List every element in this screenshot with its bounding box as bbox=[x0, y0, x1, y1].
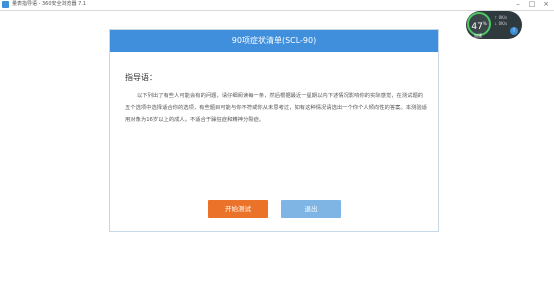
browser-logo-icon bbox=[2, 1, 9, 8]
network-speed: ↑ 0K/s ↓ 0K/s bbox=[494, 15, 507, 27]
close-button[interactable]: × bbox=[542, 0, 550, 9]
window-title: 量表指导语 - 360安全浏览器 7.1 bbox=[12, 1, 87, 7]
maximize-button[interactable]: □ bbox=[528, 0, 536, 9]
exit-button[interactable]: 退出 bbox=[281, 200, 341, 218]
memory-percent: 47 bbox=[471, 22, 483, 32]
window-controls: – □ × bbox=[514, 0, 550, 9]
download-arrow-icon: ↓ bbox=[494, 21, 498, 26]
browser-title-bar: 量表指导语 - 360安全浏览器 7.1 – □ × bbox=[0, 0, 554, 11]
accelerate-label[interactable]: 加速 bbox=[474, 33, 482, 39]
upload-arrow-icon: ↑ bbox=[494, 15, 498, 20]
download-speed: 0K/s bbox=[498, 21, 508, 26]
speed-monitor-widget[interactable]: 47% ↑ 0K/s ↓ 0K/s 加速 ! bbox=[466, 11, 522, 39]
start-test-button[interactable]: 开始测试 bbox=[208, 200, 268, 218]
upload-speed: 0K/s bbox=[498, 15, 508, 20]
alert-badge-icon: ! bbox=[510, 27, 518, 35]
scl90-dialog: 90项症状清单(SCL-90) 指导语： 以下列出了有些人可能会有的问题，请仔细… bbox=[109, 29, 439, 232]
dialog-title: 90项症状清单(SCL-90) bbox=[110, 30, 438, 52]
minimize-button[interactable]: – bbox=[514, 0, 522, 9]
guide-paragraph: 以下列出了有些人可能会有的问题，请仔细阅读每一条，然后根据最近一星期以内下述情况… bbox=[125, 93, 427, 123]
guide-heading: 指导语： bbox=[125, 73, 157, 82]
memory-percent-unit: % bbox=[482, 21, 487, 26]
